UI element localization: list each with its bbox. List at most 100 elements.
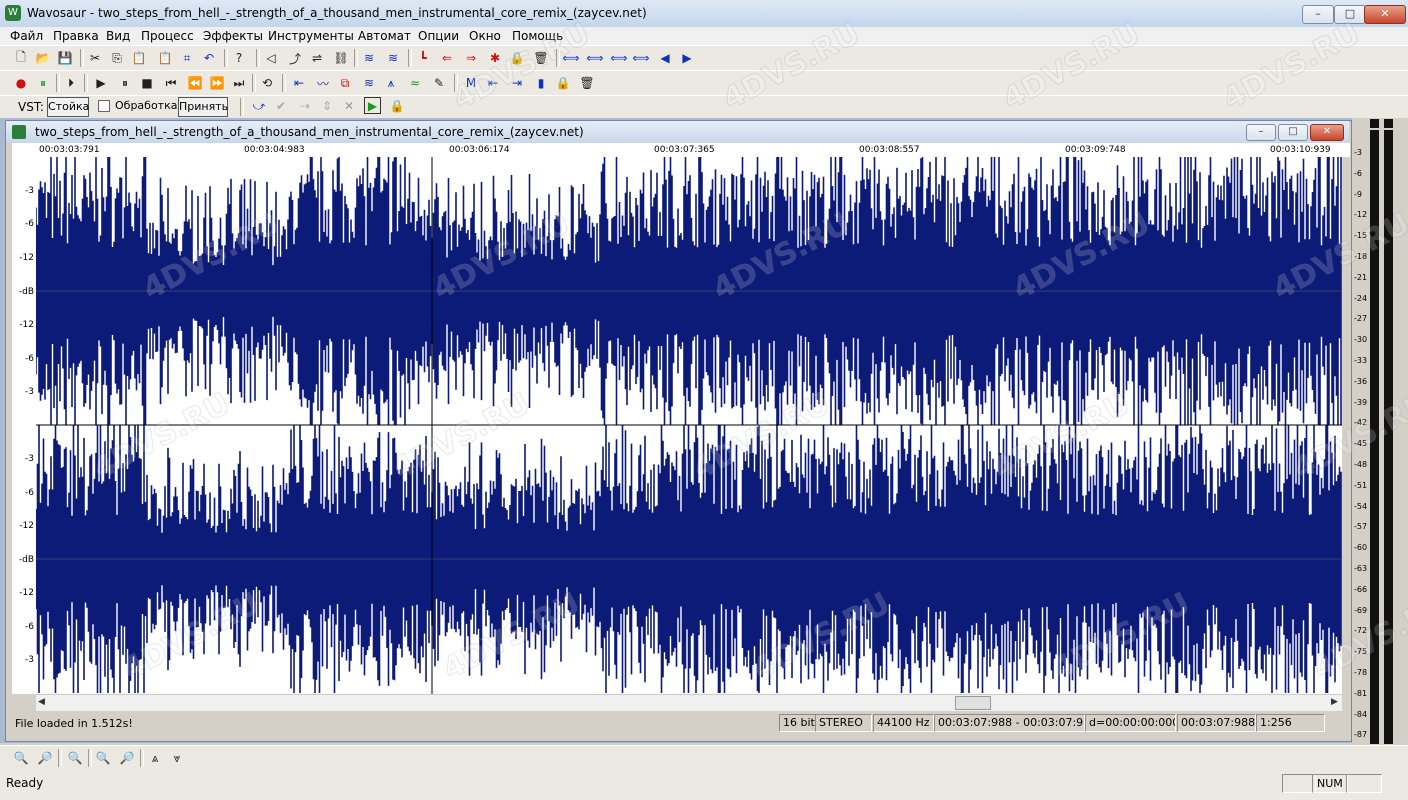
zoom-full-icon[interactable]: 🔍	[66, 749, 84, 767]
horizontal-scrollbar[interactable]	[36, 694, 1342, 711]
normalize-icon[interactable]: ≋	[360, 74, 378, 92]
region-icon[interactable]: ⟺	[562, 49, 580, 67]
vst-lock-icon[interactable]: 🔒	[388, 97, 406, 115]
marker-next-icon[interactable]: ⇥	[508, 74, 526, 92]
envelope-icon[interactable]: 〰	[314, 74, 332, 92]
crop-icon[interactable]: ⌗	[178, 49, 196, 67]
minimize-button[interactable]: –	[1302, 5, 1334, 24]
rewind-icon[interactable]: ⏪	[186, 74, 204, 92]
menu-edit[interactable]: Правка	[53, 29, 99, 43]
speaker-icon[interactable]: ◁	[262, 49, 280, 67]
undo-icon[interactable]: ↶	[200, 49, 218, 67]
loop-tool-icon[interactable]: ⇌	[308, 49, 326, 67]
menu-options[interactable]: Опции	[418, 29, 459, 43]
db-label: -dB	[18, 555, 34, 565]
loop-icon[interactable]: ⟲	[258, 74, 276, 92]
region-3-icon[interactable]: ⟺	[610, 49, 628, 67]
check-icon[interactable]: ✔	[272, 97, 290, 115]
db-label: -6	[25, 488, 34, 498]
menu-tools[interactable]: Инструменты	[268, 29, 354, 43]
x-icon[interactable]: ✕	[340, 97, 358, 115]
scroll-thumb[interactable]	[955, 696, 991, 710]
menu-process[interactable]: Процесс	[141, 29, 194, 43]
vu-peak-right	[1384, 119, 1393, 128]
menu-help[interactable]: Помощь	[512, 29, 563, 43]
marker-icon[interactable]: ┗	[414, 49, 432, 67]
play-icon[interactable]: ▶	[92, 74, 110, 92]
go-start-icon[interactable]: ⏮	[162, 74, 180, 92]
envelope-tool-icon[interactable]: ⤻	[250, 97, 268, 115]
help-icon[interactable]: ?	[230, 49, 248, 67]
up-down-icon[interactable]: ⇕	[318, 97, 336, 115]
save-icon[interactable]: 💾	[56, 49, 74, 67]
fast-forward-icon[interactable]: ⏩	[208, 74, 226, 92]
wave-tool-icon[interactable]: ≋	[360, 49, 378, 67]
close-button[interactable]: ✕	[1364, 5, 1406, 24]
link-icon[interactable]: ⛓	[332, 49, 350, 67]
copy-icon[interactable]: ⎘	[108, 49, 126, 67]
vu-scale-label: -12	[1354, 210, 1368, 220]
delete-marker-icon[interactable]: 🗑	[578, 74, 596, 92]
sample-rate: 44100 Hz	[873, 714, 934, 732]
replace-icon[interactable]: ⧉	[336, 74, 354, 92]
time-tick: 00:03:09:748	[1065, 145, 1126, 155]
pause-record-icon[interactable]: ⏸	[34, 74, 52, 92]
spectrum-icon[interactable]: ≈	[406, 74, 424, 92]
arrow-left-icon[interactable]: ◀	[656, 49, 674, 67]
menu-view[interactable]: Вид	[106, 29, 130, 43]
cut-icon[interactable]: ✂	[86, 49, 104, 67]
marker-right-icon[interactable]: ⇒	[462, 49, 480, 67]
lock-marker-icon[interactable]: 🔒	[554, 74, 572, 92]
record-icon[interactable]: ●	[12, 74, 30, 92]
apply-button[interactable]: Принять	[178, 97, 228, 117]
run-icon[interactable]: ▶	[364, 97, 381, 114]
open-folder-icon[interactable]: 📂	[34, 49, 52, 67]
doc-close-button[interactable]: ✕	[1310, 124, 1344, 141]
trash-icon[interactable]: 🗑	[532, 49, 550, 67]
zoom-selection-icon[interactable]: 🔍	[94, 749, 112, 767]
marker-region-icon[interactable]: ▮	[532, 74, 550, 92]
maximize-button[interactable]: □	[1334, 5, 1366, 24]
draw-icon[interactable]: ✎	[430, 74, 448, 92]
marker-cut-icon[interactable]: ✱	[486, 49, 504, 67]
play-from-cursor-icon[interactable]: ⏵	[62, 74, 80, 92]
menu-file[interactable]: Файл	[10, 29, 43, 43]
vu-scale-label: -48	[1354, 460, 1368, 469]
menu-window[interactable]: Окно	[469, 29, 501, 43]
vst-rack-button[interactable]: Стойка	[47, 97, 89, 117]
processing-checkbox[interactable]	[98, 100, 110, 112]
amp-down-icon[interactable]: ⩔	[168, 749, 186, 767]
marker-prev-icon[interactable]: ⇤	[484, 74, 502, 92]
vu-scale-label: -51	[1354, 480, 1368, 490]
paste-icon[interactable]: 📋	[130, 49, 148, 67]
arrow-line-icon[interactable]: ⇢	[296, 97, 314, 115]
scroll-right-icon[interactable]: ▶	[1331, 697, 1338, 707]
new-file-icon[interactable]: 🗋	[12, 49, 30, 67]
marker-m-icon[interactable]: M	[462, 74, 480, 92]
go-end-icon[interactable]: ⏭	[230, 74, 248, 92]
doc-maximize-button[interactable]: □	[1278, 124, 1308, 141]
lock-icon[interactable]: 🔒	[508, 49, 526, 67]
insert-icon[interactable]: ⇤	[290, 74, 308, 92]
menu-automation[interactable]: Автомат	[358, 29, 411, 43]
paste-new-icon[interactable]: 📋	[156, 49, 174, 67]
doc-minimize-button[interactable]: –	[1246, 124, 1276, 141]
vu-scale-label: -3	[1354, 148, 1362, 157]
amp-up-icon[interactable]: ⩓	[146, 749, 164, 767]
menu-effects[interactable]: Эффекты	[203, 29, 263, 43]
arrow-right-icon[interactable]: ▶	[678, 49, 696, 67]
vu-scale-label: -57	[1354, 522, 1368, 532]
scroll-left-icon[interactable]: ◀	[38, 697, 45, 707]
zoom-vertical-icon[interactable]: 🔎	[118, 749, 136, 767]
region-4-icon[interactable]: ⟺	[632, 49, 650, 67]
stop-icon[interactable]: ■	[138, 74, 156, 92]
pause-icon[interactable]: ⏸	[116, 74, 134, 92]
zoom-in-icon[interactable]: 🔍	[12, 749, 30, 767]
zoom-out-icon[interactable]: 🔎	[36, 749, 54, 767]
eq-icon[interactable]: ⩚	[382, 74, 400, 92]
region-2-icon[interactable]: ⟺	[586, 49, 604, 67]
pencil-icon[interactable]: ⤴	[286, 49, 304, 67]
waveform-display[interactable]	[36, 157, 1342, 694]
wave-tool-2-icon[interactable]: ≋	[384, 49, 402, 67]
marker-left-icon[interactable]: ⇐	[438, 49, 456, 67]
